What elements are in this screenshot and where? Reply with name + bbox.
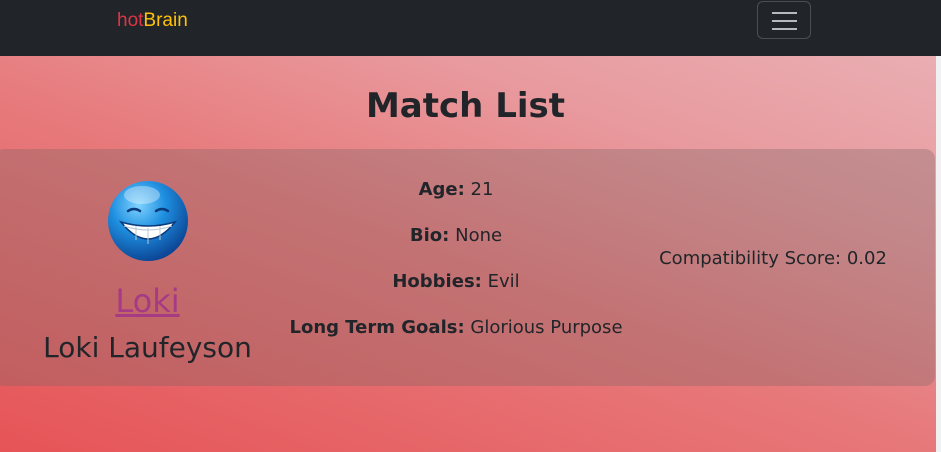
goals-row: Long Term Goals: Glorious Purpose	[268, 316, 644, 340]
bio-value: None	[455, 225, 503, 246]
hobbies-value: Evil	[487, 271, 520, 292]
compatibility-score: Compatibility Score: 0.02	[644, 247, 902, 271]
goals-label: Long Term Goals:	[289, 317, 465, 338]
brand-hot-text: hot	[117, 10, 144, 31]
hobbies-row: Hobbies: Evil	[268, 270, 644, 294]
vertical-scrollbar[interactable]	[936, 56, 941, 452]
goals-value: Glorious Purpose	[470, 317, 623, 338]
bio-row: Bio: None	[268, 224, 644, 248]
match-full-name: Loki Laufeyson	[43, 331, 252, 364]
age-value: 21	[470, 179, 494, 200]
brand-logo-link[interactable]: hotBrain	[117, 10, 188, 32]
score-value: 0.02	[846, 248, 887, 269]
top-navbar: hotBrain	[0, 0, 941, 56]
hobbies-label: Hobbies:	[392, 271, 482, 292]
grinning-blue-smiley-icon	[108, 181, 188, 261]
page-title: Match List	[365, 86, 566, 126]
match-username-link[interactable]: Loki	[40, 282, 255, 320]
score-label: Compatibility Score:	[659, 248, 842, 269]
bio-label: Bio:	[409, 225, 450, 246]
age-label: Age:	[418, 179, 465, 200]
brand-brain-text: Brain	[143, 10, 188, 31]
age-row: Age: 21	[268, 178, 644, 202]
navbar-toggle-button[interactable]	[757, 1, 811, 39]
